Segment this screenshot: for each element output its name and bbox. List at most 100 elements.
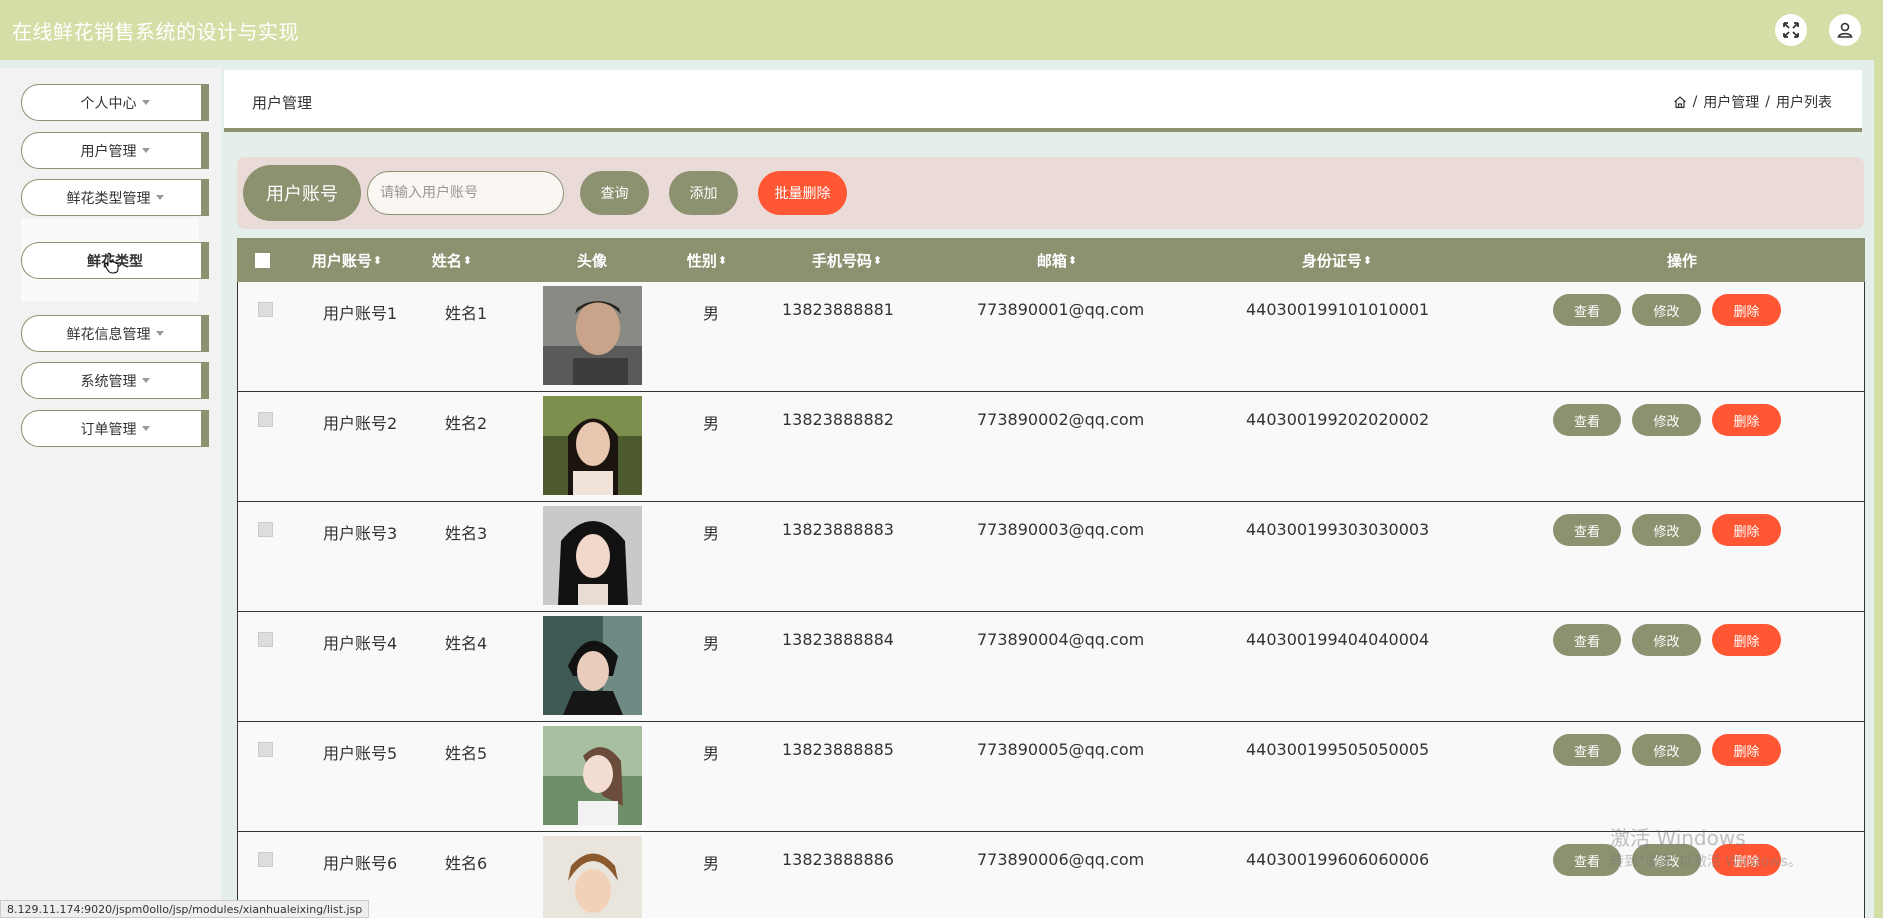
- select-all-checkbox[interactable]: [237, 238, 287, 282]
- sidebar-item-flower-info-management[interactable]: 鲜花信息管理: [21, 315, 209, 352]
- edit-button[interactable]: 修改: [1632, 624, 1701, 656]
- cell-id-card: 440300199202020002: [1246, 410, 1430, 429]
- cell-gender: 男: [703, 854, 720, 873]
- cell-id-card: 440300199505050005: [1246, 740, 1430, 759]
- sidebar-item-label: 鲜花信息管理: [66, 326, 151, 343]
- sidebar: 个人中心 用户管理 鲜花类型管理 鲜花类型 鲜花信息管理 系统管理 订单管理: [0, 68, 222, 918]
- cell-email: 773890006@qq.com: [977, 850, 1145, 869]
- sidebar-item-user-management[interactable]: 用户管理: [21, 132, 209, 169]
- caret-down-icon: [141, 100, 150, 105]
- table-row: 用户账号4 姓名4 男 13823888884 773890004@qq.com…: [237, 612, 1865, 722]
- sidebar-item-order-management[interactable]: 订单管理: [21, 410, 209, 447]
- sidebar-item-flower-type-management[interactable]: 鲜花类型管理: [21, 179, 209, 216]
- breadcrumb-item-user-management[interactable]: 用户管理: [1703, 92, 1759, 112]
- cell-name: 姓名6: [445, 854, 488, 873]
- sort-icon: ⬍: [872, 253, 883, 267]
- table-header: 用户账号 ⬍ 姓名 ⬍ 头像 性别 ⬍ 手机号码 ⬍ 邮箱 ⬍ 身份证号 ⬍ 操作: [237, 238, 1865, 282]
- search-input[interactable]: [367, 171, 564, 215]
- row-checkbox[interactable]: [258, 742, 273, 757]
- top-header: 在线鲜花销售系统的设计与实现: [0, 0, 1883, 60]
- caret-down-icon: [141, 426, 150, 431]
- batch-delete-button[interactable]: 批量删除: [758, 171, 847, 215]
- breadcrumb-separator: /: [1765, 94, 1770, 110]
- delete-button[interactable]: 删除: [1712, 514, 1781, 546]
- row-checkbox[interactable]: [258, 412, 273, 427]
- query-button[interactable]: 查询: [580, 171, 649, 215]
- search-label: 用户账号: [243, 165, 361, 221]
- sort-icon: ⬍: [1067, 253, 1078, 267]
- table-row: 用户账号3 姓名3 男 13823888883 773890003@qq.com…: [237, 502, 1865, 612]
- column-header-phone[interactable]: 手机号码 ⬍: [767, 238, 927, 282]
- user-button[interactable]: [1829, 14, 1861, 46]
- column-header-account[interactable]: 用户账号 ⬍: [287, 238, 407, 282]
- header-actions: [1775, 0, 1883, 60]
- cell-id-card: 440300199404040004: [1246, 630, 1430, 649]
- edit-button[interactable]: 修改: [1632, 734, 1701, 766]
- avatar: [543, 616, 642, 715]
- column-header-actions: 操作: [1666, 251, 1697, 270]
- view-button[interactable]: 查看: [1553, 404, 1621, 436]
- cell-account: 用户账号4: [323, 634, 398, 653]
- avatar: [543, 286, 642, 385]
- cell-email: 773890004@qq.com: [977, 630, 1145, 649]
- cell-phone: 13823888882: [782, 410, 894, 429]
- avatar: [543, 726, 642, 825]
- cell-email: 773890002@qq.com: [977, 410, 1145, 429]
- view-button[interactable]: 查看: [1553, 734, 1621, 766]
- breadcrumb-separator: /: [1692, 94, 1698, 110]
- cell-account: 用户账号1: [323, 304, 398, 323]
- sidebar-item-label: 系统管理: [80, 373, 137, 390]
- sidebar-item-system-management[interactable]: 系统管理: [21, 362, 209, 399]
- delete-button[interactable]: 删除: [1712, 294, 1781, 326]
- sort-icon: ⬍: [462, 253, 473, 267]
- cell-phone: 13823888883: [782, 520, 894, 539]
- delete-button[interactable]: 删除: [1712, 734, 1781, 766]
- caret-down-icon: [141, 378, 150, 383]
- cell-account: 用户账号5: [323, 744, 398, 763]
- status-bar-url: 8.129.11.174:9020/jspm0ollo/jsp/modules/…: [0, 900, 370, 918]
- cell-name: 姓名4: [445, 634, 488, 653]
- user-table: 用户账号 ⬍ 姓名 ⬍ 头像 性别 ⬍ 手机号码 ⬍ 邮箱 ⬍ 身份证号 ⬍ 操作 用户账号…: [237, 238, 1865, 918]
- cell-phone: 13823888885: [782, 740, 894, 759]
- cell-name: 姓名5: [445, 744, 488, 763]
- caret-down-icon: [141, 148, 150, 153]
- right-edge-strip: [1874, 0, 1883, 918]
- cell-gender: 男: [703, 634, 720, 653]
- edit-button[interactable]: 修改: [1632, 294, 1701, 326]
- cell-phone: 13823888884: [782, 630, 894, 649]
- user-icon: [1837, 22, 1853, 38]
- view-button[interactable]: 查看: [1553, 514, 1621, 546]
- home-icon[interactable]: [1673, 95, 1687, 109]
- cell-email: 773890005@qq.com: [977, 740, 1145, 759]
- sort-icon: ⬍: [1362, 253, 1373, 267]
- cell-id-card: 440300199101010001: [1246, 300, 1430, 319]
- fullscreen-button[interactable]: [1775, 14, 1807, 46]
- edit-button[interactable]: 修改: [1632, 514, 1701, 546]
- cell-gender: 男: [703, 744, 720, 763]
- column-header-avatar: 头像: [576, 251, 607, 270]
- row-checkbox[interactable]: [258, 852, 273, 867]
- view-button[interactable]: 查看: [1553, 294, 1621, 326]
- column-header-gender[interactable]: 性别 ⬍: [667, 238, 747, 282]
- sidebar-item-label: 个人中心: [80, 95, 137, 112]
- cell-name: 姓名2: [445, 414, 488, 433]
- edit-button[interactable]: 修改: [1632, 404, 1701, 436]
- row-checkbox[interactable]: [258, 302, 273, 317]
- column-header-name[interactable]: 姓名 ⬍: [407, 238, 497, 282]
- search-bar: 用户账号 查询 添加 批量删除: [237, 157, 1864, 229]
- row-checkbox[interactable]: [258, 522, 273, 537]
- delete-button[interactable]: 删除: [1712, 624, 1781, 656]
- view-button[interactable]: 查看: [1553, 624, 1621, 656]
- row-checkbox[interactable]: [258, 632, 273, 647]
- column-header-id-card[interactable]: 身份证号 ⬍: [1217, 238, 1457, 282]
- sort-icon: ⬍: [717, 253, 728, 267]
- cell-account: 用户账号6: [323, 854, 398, 873]
- sidebar-item-personal-center[interactable]: 个人中心: [21, 84, 209, 121]
- column-header-email[interactable]: 邮箱 ⬍: [957, 238, 1157, 282]
- delete-button[interactable]: 删除: [1712, 404, 1781, 436]
- sort-icon: ⬍: [372, 253, 383, 267]
- table-row: 用户账号2 姓名2 男 13823888882 773890002@qq.com…: [237, 392, 1865, 502]
- cell-id-card: 440300199606060006: [1246, 850, 1430, 869]
- add-button[interactable]: 添加: [669, 171, 738, 215]
- caret-down-icon: [155, 331, 164, 336]
